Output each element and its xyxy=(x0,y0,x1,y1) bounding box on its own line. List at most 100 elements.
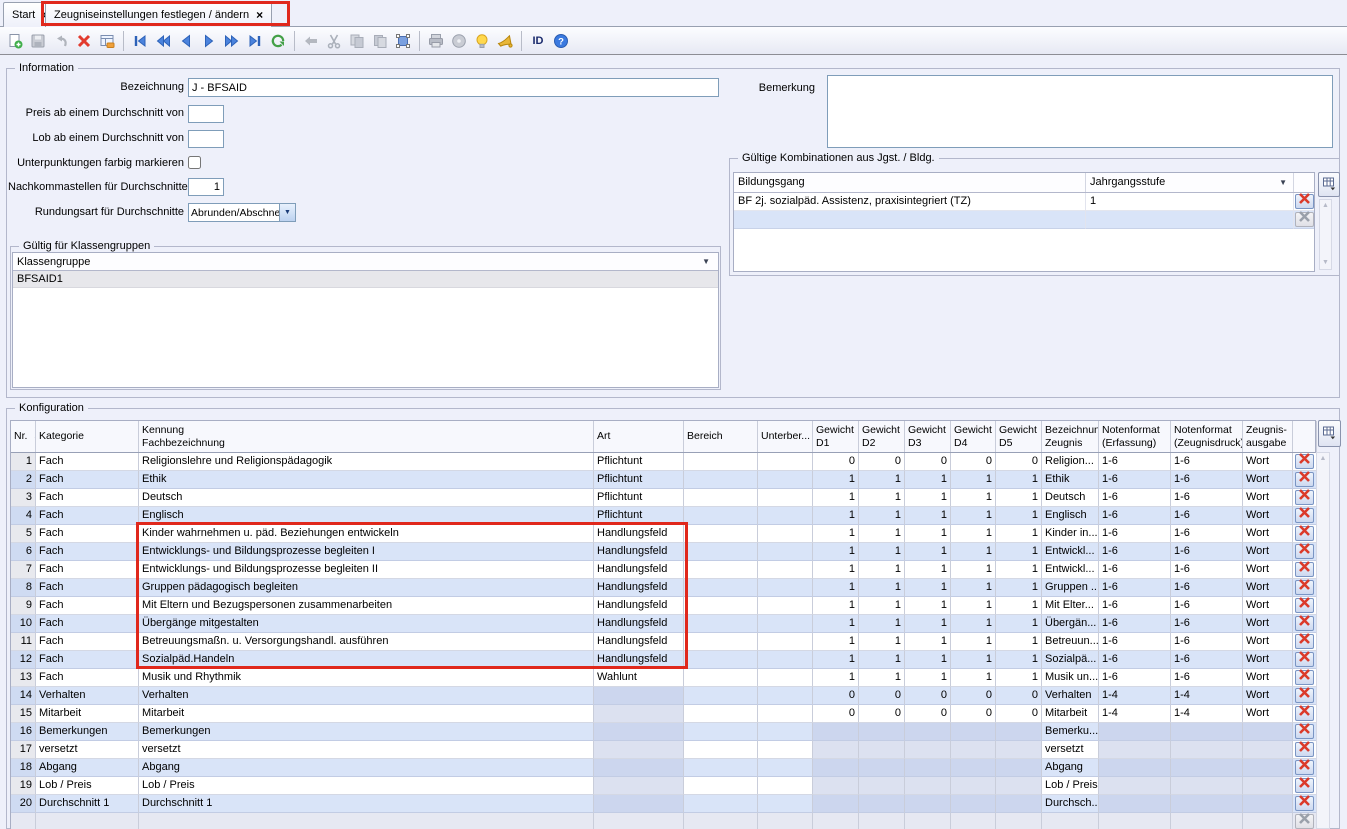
cell-nr[interactable]: 16 xyxy=(11,723,36,741)
cell-gewicht-d5[interactable]: 1 xyxy=(996,615,1042,633)
cell-kategorie[interactable]: Fach xyxy=(36,561,139,579)
cell-gewicht-d3[interactable]: 1 xyxy=(905,525,951,543)
nav-fast-next-button[interactable] xyxy=(221,30,243,52)
delete-row-button[interactable] xyxy=(1295,652,1314,667)
cell-art[interactable]: Wahlunt xyxy=(594,669,684,687)
delete-kombination-button[interactable] xyxy=(1295,194,1314,209)
cell-gewicht-d1[interactable] xyxy=(813,813,859,829)
cell-zeugnisausgabe[interactable]: Wort xyxy=(1243,561,1293,579)
cell-nr[interactable]: 4 xyxy=(11,507,36,525)
cell-kennung[interactable]: Verhalten xyxy=(139,687,594,705)
cell-notenformat-zeugnisdruck[interactable] xyxy=(1171,777,1243,795)
cell-gewicht-d3[interactable]: 1 xyxy=(905,561,951,579)
delete-row-button[interactable] xyxy=(1295,688,1314,703)
scroll-up-icon[interactable]: ▲ xyxy=(1317,453,1329,465)
col-header-kennung[interactable]: KennungFachbezeichnung xyxy=(139,421,594,452)
cell-gewicht-d2[interactable]: 1 xyxy=(859,651,905,669)
cell-art[interactable] xyxy=(594,705,684,723)
cell-kategorie[interactable]: Fach xyxy=(36,651,139,669)
cell-gewicht-d4[interactable]: 1 xyxy=(951,651,996,669)
cell-art[interactable]: Pflichtunt xyxy=(594,489,684,507)
cell-gewicht-d2[interactable]: 1 xyxy=(859,669,905,687)
cell-gewicht-d5[interactable]: 0 xyxy=(996,687,1042,705)
delete-row-button[interactable] xyxy=(1295,490,1314,505)
cell-unterbereich[interactable] xyxy=(758,705,813,723)
cell-unterbereich[interactable] xyxy=(758,741,813,759)
cell-nr[interactable]: 18 xyxy=(11,759,36,777)
cell-unterbereich[interactable] xyxy=(758,489,813,507)
konfiguration-row[interactable] xyxy=(11,813,1315,829)
col-header-delete[interactable] xyxy=(1293,421,1317,452)
konfiguration-row[interactable]: 20Durchschnitt 1Durchschnitt 1Durchsch..… xyxy=(11,795,1315,813)
cell-art[interactable] xyxy=(594,813,684,829)
cell-bezeichnung-zeugnis[interactable]: Religion... xyxy=(1042,453,1099,471)
cell-zeugnisausgabe[interactable]: Wort xyxy=(1243,453,1293,471)
cell-gewicht-d1[interactable]: 1 xyxy=(813,561,859,579)
cell-gewicht-d3[interactable]: 1 xyxy=(905,669,951,687)
scroll-down-icon[interactable]: ▼ xyxy=(1320,257,1331,269)
cell-gewicht-d2[interactable]: 1 xyxy=(859,597,905,615)
cell-kategorie[interactable]: Fach xyxy=(36,489,139,507)
cell-kennung[interactable]: Abgang xyxy=(139,759,594,777)
col-header-gewicht-d2[interactable]: GewichtD2 xyxy=(859,421,905,452)
cell-notenformat-erfassung[interactable]: 1-6 xyxy=(1099,453,1171,471)
cell-nr[interactable]: 13 xyxy=(11,669,36,687)
delete-row-button[interactable] xyxy=(1295,796,1314,811)
cell-gewicht-d1[interactable]: 1 xyxy=(813,489,859,507)
cell-gewicht-d1[interactable]: 1 xyxy=(813,669,859,687)
cell-kategorie[interactable]: Fach xyxy=(36,633,139,651)
cell-kategorie[interactable]: Fach xyxy=(36,543,139,561)
cell-kategorie[interactable]: Fach xyxy=(36,453,139,471)
cell-gewicht-d4[interactable]: 0 xyxy=(951,453,996,471)
cell-art[interactable]: Handlungsfeld xyxy=(594,579,684,597)
cell-notenformat-erfassung[interactable] xyxy=(1099,741,1171,759)
konfiguration-row[interactable]: 12FachSozialpäd.HandelnHandlungsfeld1111… xyxy=(11,651,1315,669)
cell-bezeichnung-zeugnis[interactable]: Englisch xyxy=(1042,507,1099,525)
cell-zeugnisausgabe[interactable]: Wort xyxy=(1243,489,1293,507)
refresh-button[interactable] xyxy=(267,30,289,52)
cell-bereich[interactable] xyxy=(684,597,758,615)
cell-gewicht-d3[interactable] xyxy=(905,741,951,759)
cell-notenformat-zeugnisdruck[interactable]: 1-6 xyxy=(1171,597,1243,615)
cell-gewicht-d2[interactable] xyxy=(859,723,905,741)
konfiguration-row[interactable]: 7FachEntwicklungs- und Bildungsprozesse … xyxy=(11,561,1315,579)
cell-gewicht-d4[interactable]: 1 xyxy=(951,597,996,615)
cell-jahrgangsstufe[interactable] xyxy=(1086,211,1294,229)
cell-gewicht-d2[interactable]: 1 xyxy=(859,633,905,651)
cell-bereich[interactable] xyxy=(684,633,758,651)
cell-gewicht-d3[interactable]: 1 xyxy=(905,507,951,525)
cell-kennung[interactable]: Bemerkungen xyxy=(139,723,594,741)
cell-gewicht-d1[interactable]: 1 xyxy=(813,471,859,489)
col-header-kategorie[interactable]: Kategorie xyxy=(36,421,139,452)
cell-nr[interactable]: 15 xyxy=(11,705,36,723)
cell-art[interactable] xyxy=(594,741,684,759)
cell-nr[interactable]: 5 xyxy=(11,525,36,543)
cell-gewicht-d5[interactable]: 1 xyxy=(996,471,1042,489)
konfiguration-column-chooser-button[interactable] xyxy=(1318,420,1341,447)
konfiguration-row[interactable]: 8FachGruppen pädagogisch begleitenHandlu… xyxy=(11,579,1315,597)
delete-row-button[interactable] xyxy=(1295,634,1314,649)
cell-bezeichnung-zeugnis[interactable]: Mit Elter... xyxy=(1042,597,1099,615)
cell-gewicht-d2[interactable] xyxy=(859,741,905,759)
col-header-bezeichnung-zeugnis[interactable]: BezeichnunZeugnis xyxy=(1042,421,1099,452)
cell-nr[interactable]: 19 xyxy=(11,777,36,795)
cell-gewicht-d1[interactable]: 1 xyxy=(813,615,859,633)
cell-art[interactable]: Handlungsfeld xyxy=(594,561,684,579)
konfiguration-row[interactable]: 15MitarbeitMitarbeit00000Mitarbeit1-41-4… xyxy=(11,705,1315,723)
lob-input[interactable] xyxy=(188,130,224,148)
delete-row-button[interactable] xyxy=(1295,760,1314,775)
cell-bildungsgang[interactable]: BF 2j. sozialpäd. Assistenz, praxisinteg… xyxy=(734,193,1086,211)
cell-notenformat-zeugnisdruck[interactable]: 1-6 xyxy=(1171,507,1243,525)
cell-notenformat-zeugnisdruck[interactable] xyxy=(1171,723,1243,741)
bemerkung-textarea[interactable] xyxy=(827,75,1333,148)
col-header-nr[interactable]: Nr.▲ xyxy=(11,421,36,452)
cell-art[interactable]: Pflichtunt xyxy=(594,471,684,489)
cell-gewicht-d3[interactable]: 1 xyxy=(905,543,951,561)
cell-bezeichnung-zeugnis[interactable]: Entwickl... xyxy=(1042,561,1099,579)
col-header-unterbereich[interactable]: Unterber... xyxy=(758,421,813,452)
cell-bereich[interactable] xyxy=(684,525,758,543)
delete-row-button[interactable] xyxy=(1295,454,1314,469)
cell-zeugnisausgabe[interactable] xyxy=(1243,741,1293,759)
cell-notenformat-erfassung[interactable]: 1-6 xyxy=(1099,615,1171,633)
copy-button[interactable] xyxy=(346,30,368,52)
